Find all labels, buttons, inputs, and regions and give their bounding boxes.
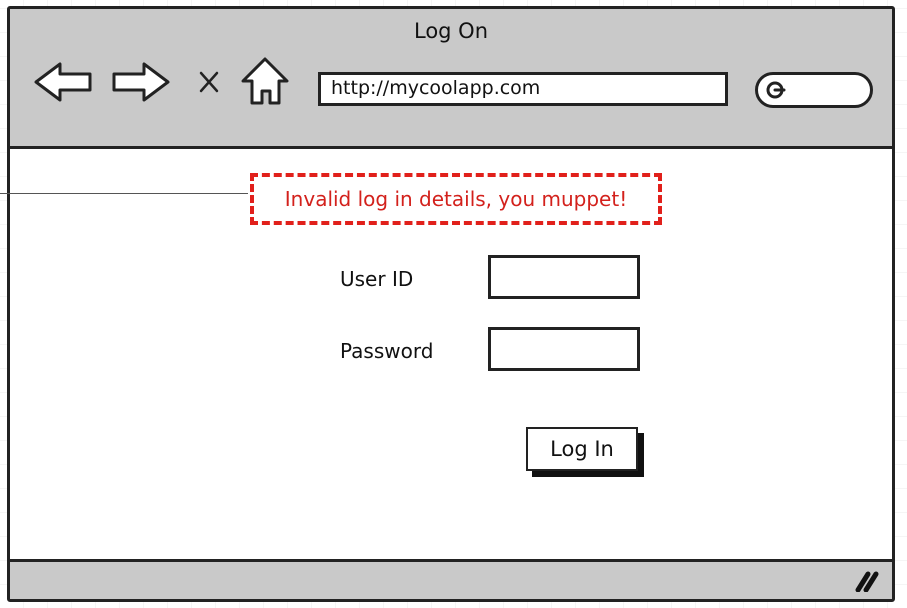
page-content: Invalid log in details, you muppet! User…	[10, 149, 892, 559]
home-icon[interactable]	[240, 55, 290, 105]
search-icon[interactable]	[764, 78, 790, 106]
password-label: Password	[340, 339, 434, 363]
browser-titlebar: Log On http://mycoolapp.com	[10, 9, 892, 149]
close-x-icon[interactable]	[196, 67, 222, 113]
search-box[interactable]	[755, 72, 873, 108]
back-arrow-icon[interactable]	[32, 59, 94, 105]
address-bar-input[interactable]: http://mycoolapp.com	[318, 72, 728, 106]
password-input[interactable]	[488, 327, 640, 371]
user-id-label: User ID	[340, 267, 414, 291]
window-title: Log On	[413, 19, 489, 43]
browser-window-mockup: Log On http://mycoolapp.com Invalid log …	[7, 6, 895, 602]
annotation-connector-line	[0, 193, 248, 194]
resize-grip-icon[interactable]	[854, 568, 880, 596]
user-id-input[interactable]	[488, 255, 640, 299]
login-button[interactable]: Log In	[526, 427, 638, 471]
browser-statusbar	[10, 559, 892, 599]
forward-arrow-icon[interactable]	[110, 59, 172, 105]
error-message: Invalid log in details, you muppet!	[250, 173, 662, 225]
